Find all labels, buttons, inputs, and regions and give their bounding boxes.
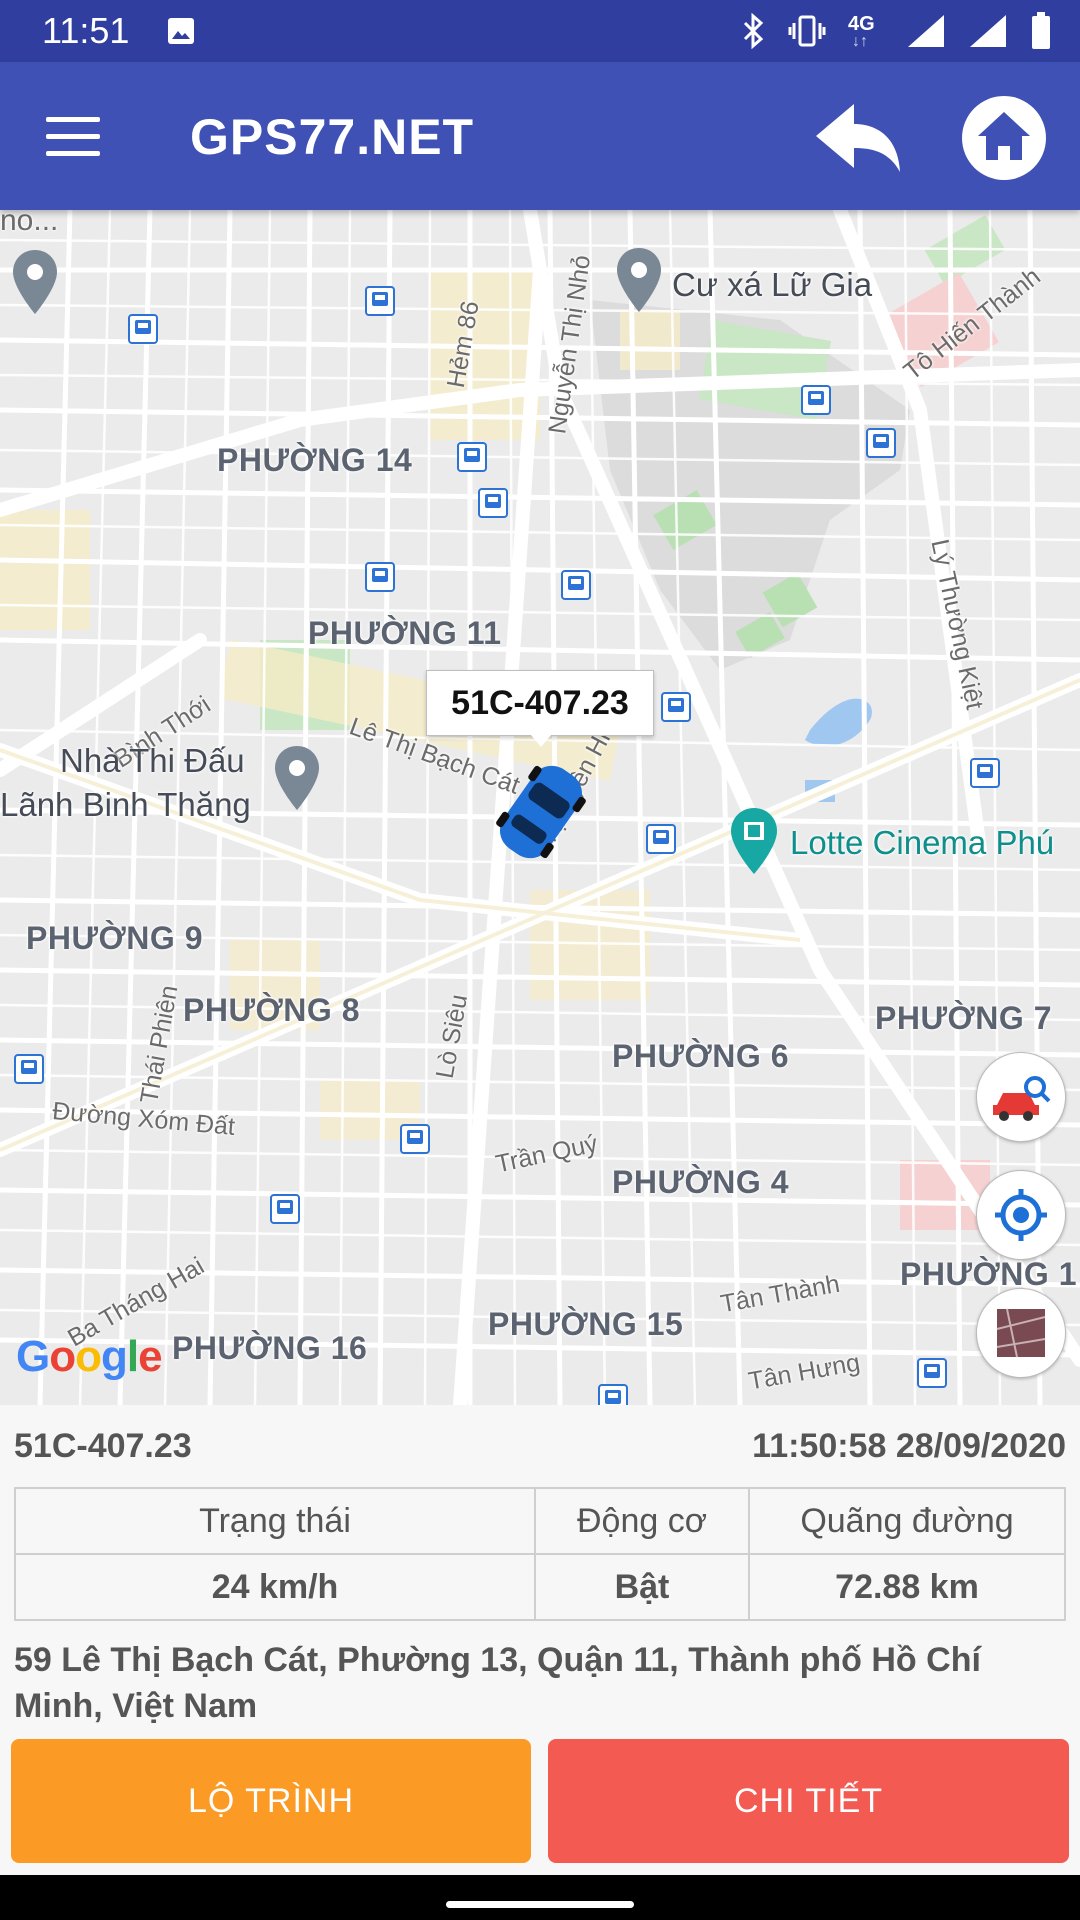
ward-label: PHƯỜNG 14 xyxy=(217,442,413,478)
bus-stop-icon xyxy=(128,314,158,344)
vehicle-address: 59 Lê Thị Bạch Cát, Phường 13, Quận 11, … xyxy=(14,1641,981,1725)
ward-label: PHƯỜNG 4 xyxy=(612,1164,789,1200)
value-speed: 24 km/h xyxy=(14,1553,536,1621)
battery-icon xyxy=(1032,12,1050,49)
bus-stop-icon xyxy=(14,1054,44,1084)
ward-label: PHƯỜNG 8 xyxy=(183,992,360,1028)
value-engine: Bật xyxy=(534,1553,750,1621)
vehicle-plate: 51C-407.23 xyxy=(14,1427,192,1465)
crosshair-icon xyxy=(995,1189,1047,1241)
location-pin-icon xyxy=(13,250,57,314)
bus-stop-icon xyxy=(270,1194,300,1224)
street-label: no... xyxy=(0,210,59,237)
header-status: Trạng thái xyxy=(14,1487,536,1555)
route-button[interactable]: LỘ TRÌNH xyxy=(11,1739,531,1863)
status-bar: 11:51 4G ↓↑ xyxy=(0,0,1080,62)
vehicle-info-panel: 51C-407.23 11:50:58 28/09/2020 Trạng thá… xyxy=(0,1405,1080,1875)
bus-stop-icon xyxy=(866,428,896,458)
ward-label: PHƯỜNG 16 xyxy=(172,1330,368,1366)
vehicle-info-window[interactable]: 51C-407.23 xyxy=(426,670,654,747)
ward-label: PHƯỜNG 1 xyxy=(900,1256,1077,1292)
home-icon xyxy=(978,112,1030,160)
image-notification-icon xyxy=(168,18,194,44)
bus-stop-icon xyxy=(970,758,1000,788)
signal-icon-2 xyxy=(970,15,1006,47)
status-time: 11:51 xyxy=(42,10,130,51)
poi-label: Cư xá Lữ Gia xyxy=(672,266,873,303)
vibrate-icon xyxy=(788,15,826,47)
bus-stop-icon xyxy=(646,824,676,854)
back-icon[interactable] xyxy=(812,98,904,178)
cinema-pin-icon xyxy=(731,808,777,874)
map-layer-button[interactable] xyxy=(976,1288,1066,1378)
bluetooth-icon xyxy=(743,13,764,49)
home-gesture-handle[interactable] xyxy=(446,1901,634,1908)
app-bar: GPS77.NET xyxy=(0,62,1080,210)
car-search-icon xyxy=(993,1076,1051,1121)
poi-label: Lãnh Binh Thăng xyxy=(0,786,251,823)
ward-label: PHƯỜNG 9 xyxy=(26,920,203,956)
detail-button[interactable]: CHI TIẾT xyxy=(548,1739,1069,1863)
ward-label: PHƯỜNG 7 xyxy=(875,1000,1052,1036)
bus-stop-icon xyxy=(478,488,508,518)
signal-icon xyxy=(908,15,944,47)
bus-stop-icon xyxy=(457,442,487,472)
location-pin-icon xyxy=(275,746,319,810)
ward-label: PHƯỜNG 15 xyxy=(488,1306,684,1342)
my-location-button[interactable] xyxy=(976,1170,1066,1260)
poi-label: Nhà Thi Đấu xyxy=(60,742,245,779)
network-4g-icon: 4G ↓↑ xyxy=(848,13,875,50)
bus-stop-icon xyxy=(365,562,395,592)
menu-icon[interactable] xyxy=(46,117,100,157)
satellite-layer-icon xyxy=(996,1308,1046,1358)
last-update-timestamp: 11:50:58 28/09/2020 xyxy=(752,1427,1066,1465)
map-view[interactable]: PHƯỜNG 14 PHƯỜNG 11 PHƯỜNG 9 PHƯỜNG 8 PH… xyxy=(0,210,1080,1405)
search-vehicle-button[interactable] xyxy=(976,1052,1066,1142)
bus-stop-icon xyxy=(400,1124,430,1154)
header-engine: Động cơ xyxy=(534,1487,750,1555)
app-title: GPS77.NET xyxy=(190,109,475,165)
google-logo: Google xyxy=(16,1332,163,1381)
ward-label: PHƯỜNG 11 xyxy=(308,615,502,651)
header-distance: Quãng đường xyxy=(748,1487,1066,1555)
poi-label: Lotte Cinema Phú xyxy=(790,824,1055,861)
ward-label: PHƯỜNG 6 xyxy=(612,1038,789,1074)
home-button[interactable] xyxy=(962,96,1046,180)
bus-stop-icon xyxy=(365,286,395,316)
bus-stop-icon xyxy=(561,570,591,600)
vehicle-status-table: Trạng thái Động cơ Quãng đường 24 km/h B… xyxy=(14,1487,1066,1621)
system-nav-bar xyxy=(0,1875,1080,1920)
bus-stop-icon xyxy=(801,385,831,415)
location-pin-icon xyxy=(617,248,661,312)
value-distance: 72.88 km xyxy=(748,1553,1066,1621)
bus-stop-icon xyxy=(598,1384,628,1405)
bus-stop-icon xyxy=(917,1358,947,1388)
bus-stop-icon xyxy=(661,692,691,722)
